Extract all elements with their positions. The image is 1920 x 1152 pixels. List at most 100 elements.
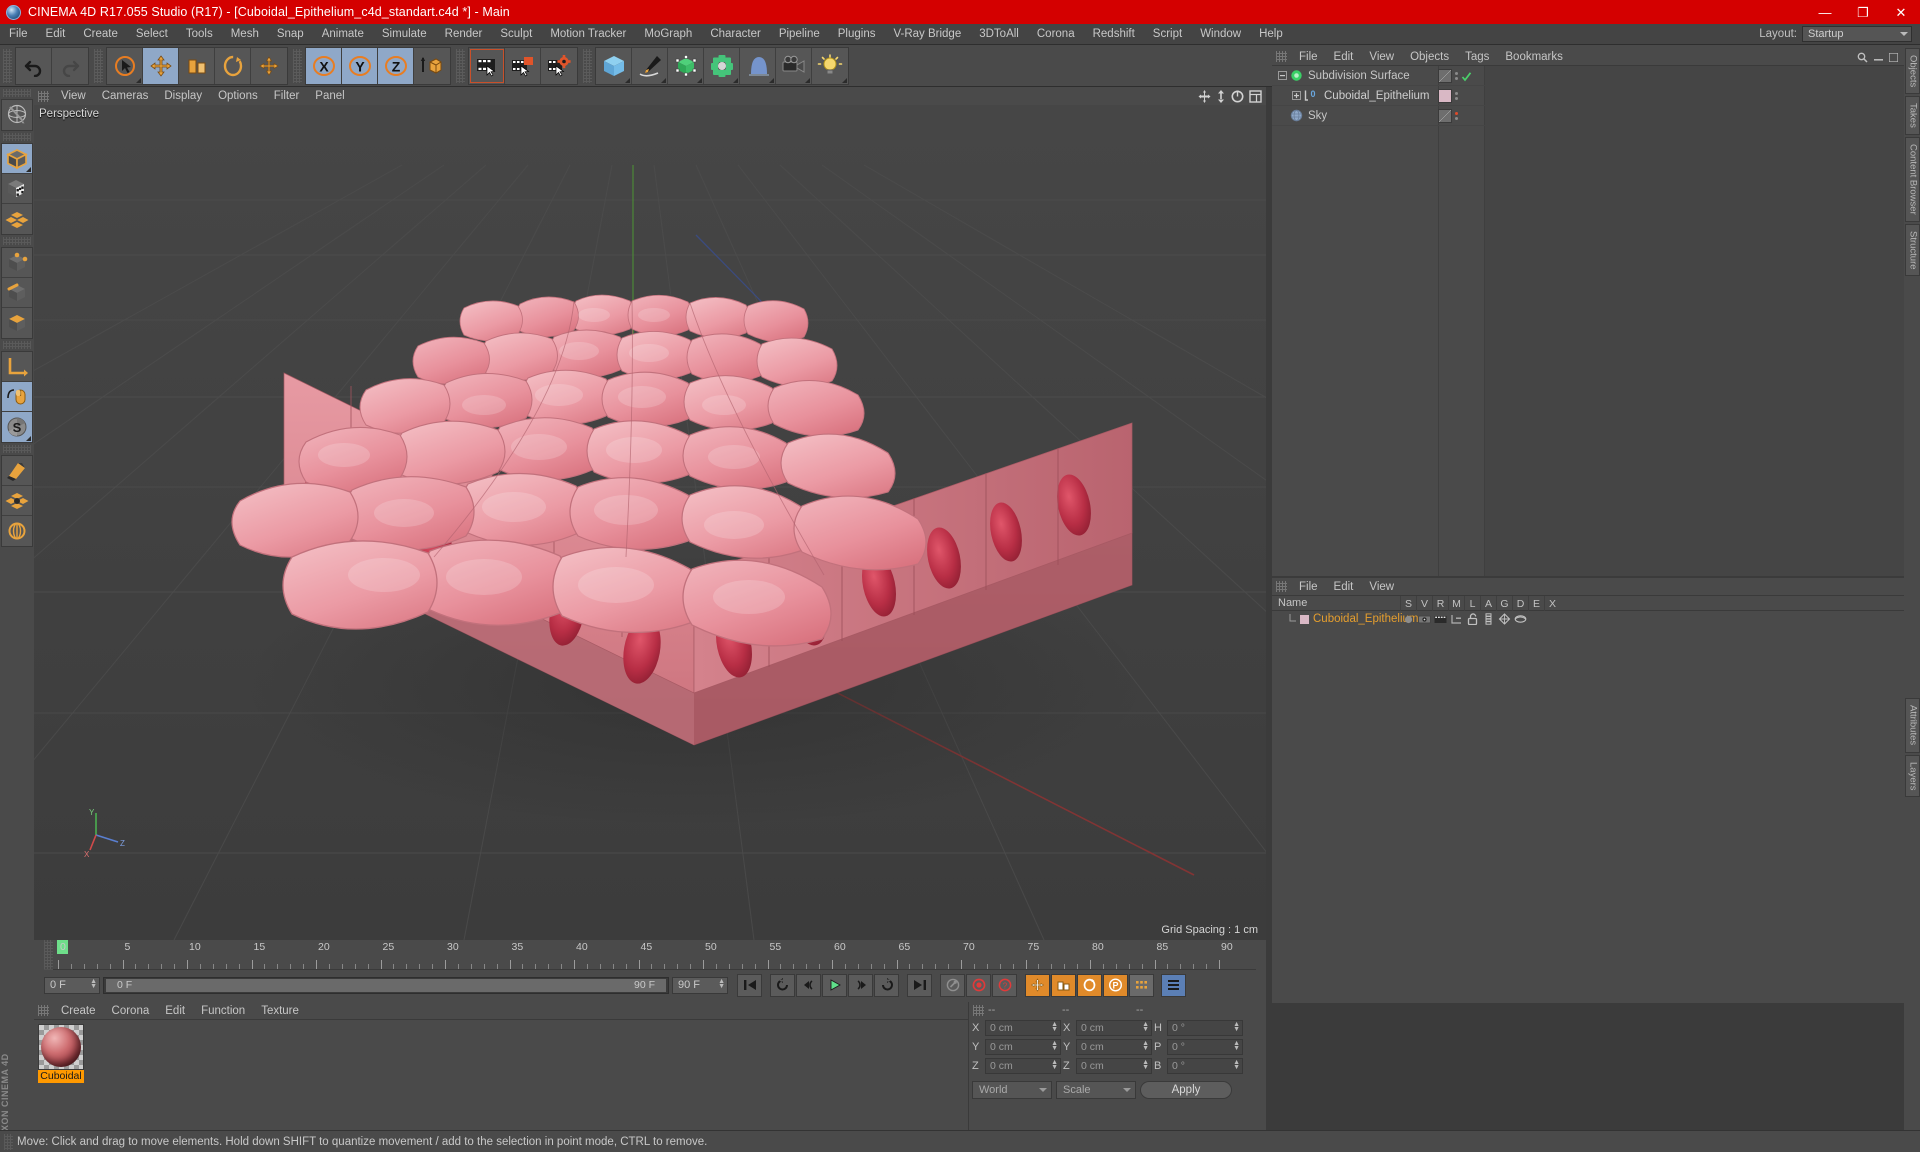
- column-s[interactable]: S: [1400, 596, 1416, 611]
- minimize-panel-icon[interactable]: [1874, 53, 1883, 62]
- record-active-objects-button[interactable]: [940, 973, 965, 997]
- coord-system-select[interactable]: World: [972, 1081, 1052, 1099]
- render-settings-button[interactable]: [541, 47, 577, 84]
- material-menu-edit[interactable]: Edit: [157, 1005, 193, 1017]
- attribute-menu-file[interactable]: File: [1291, 581, 1326, 593]
- menu-item-vray-bridge[interactable]: V-Ray Bridge: [884, 24, 970, 45]
- enable-snap-button[interactable]: [2, 382, 32, 412]
- lock-x-button[interactable]: X: [306, 47, 342, 84]
- viewport-menu-grip[interactable]: [38, 90, 49, 102]
- move-axis-button[interactable]: [251, 47, 287, 84]
- planar-workplane-button[interactable]: [2, 516, 32, 546]
- menu-item-corona[interactable]: Corona: [1028, 24, 1084, 45]
- play-button[interactable]: [822, 973, 847, 997]
- visibility-dots-3[interactable]: [1455, 112, 1458, 120]
- object-menu-view[interactable]: View: [1361, 51, 1402, 63]
- left-toolbar-grip-2[interactable]: [3, 133, 31, 141]
- lock-y-button[interactable]: Y: [342, 47, 378, 84]
- scale-tool-button[interactable]: [179, 47, 215, 84]
- viewport-menu-options[interactable]: Options: [210, 90, 266, 102]
- menu-item-edit[interactable]: Edit: [37, 24, 75, 45]
- menu-item-motion-tracker[interactable]: Motion Tracker: [541, 24, 635, 45]
- layout-select[interactable]: Startup: [1802, 26, 1912, 42]
- polygons-mode-button[interactable]: [2, 308, 32, 338]
- current-frame-field[interactable]: 0 F ▲ ▼: [44, 976, 100, 994]
- toolbar-grip[interactable]: [3, 48, 12, 83]
- rotate-tool-button[interactable]: [215, 47, 251, 84]
- spinner-icon[interactable]: ▲ ▼: [1051, 1021, 1058, 1033]
- apply-button[interactable]: Apply: [1140, 1081, 1232, 1099]
- render-view-button[interactable]: [469, 47, 505, 84]
- rotation-key-button[interactable]: [1077, 973, 1102, 997]
- attribute-rows[interactable]: Cuboidal_Epithelium: [1272, 611, 1904, 1003]
- attribute-manager-grip[interactable]: [1276, 581, 1287, 592]
- menu-item-tools[interactable]: Tools: [177, 24, 222, 45]
- undo-button[interactable]: [16, 47, 52, 84]
- status-bar-grip[interactable]: [4, 1133, 13, 1150]
- deformer-icon[interactable]: [1512, 611, 1528, 627]
- polygon-grid-button[interactable]: [2, 204, 32, 234]
- lock-z-button[interactable]: Z: [378, 47, 414, 84]
- dolly-view-icon[interactable]: [1216, 89, 1226, 103]
- material-menu-corona[interactable]: Corona: [104, 1005, 158, 1017]
- go-to-previous-frame-button[interactable]: [796, 973, 821, 997]
- spinner-icon[interactable]: ▲ ▼: [1051, 1040, 1058, 1052]
- menu-item-script[interactable]: Script: [1144, 24, 1191, 45]
- timeline-range-scrollbar[interactable]: 0 F 90 F: [103, 976, 669, 994]
- viewport-menu-display[interactable]: Display: [156, 90, 210, 102]
- rotation-h-field[interactable]: 0 ° ▲ ▼: [1167, 1020, 1243, 1036]
- object-row-sky[interactable]: Sky: [1272, 106, 1904, 126]
- make-editable-button[interactable]: [2, 100, 32, 130]
- spinner-icon[interactable]: ▲ ▼: [1051, 1059, 1058, 1071]
- render-clapper-icon[interactable]: [1432, 611, 1448, 627]
- render-to-picture-viewer-button[interactable]: [505, 47, 541, 84]
- world-object-coord-button[interactable]: [414, 47, 450, 84]
- spinner-icon[interactable]: ▲ ▼: [1233, 1059, 1240, 1071]
- left-toolbar-grip-5[interactable]: [3, 445, 31, 453]
- live-selection-button[interactable]: [107, 47, 143, 84]
- menu-item-snap[interactable]: Snap: [268, 24, 313, 45]
- animate-icon[interactable]: [1480, 611, 1496, 627]
- menu-item-render[interactable]: Render: [436, 24, 492, 45]
- parameter-key-button[interactable]: P: [1103, 973, 1128, 997]
- visible-eye-icon[interactable]: [1416, 611, 1432, 627]
- toolbar-grip-5[interactable]: [583, 48, 592, 83]
- position-y-field[interactable]: 0 cm ▲ ▼: [985, 1039, 1061, 1055]
- menu-item-create[interactable]: Create: [74, 24, 127, 45]
- menu-item-help[interactable]: Help: [1250, 24, 1292, 45]
- spinner-icon[interactable]: ▲ ▼: [1142, 1040, 1149, 1052]
- edges-mode-button[interactable]: [2, 278, 32, 308]
- generator-icon[interactable]: [1496, 611, 1512, 627]
- attribute-row-cuboidal-epithelium[interactable]: Cuboidal_Epithelium: [1272, 611, 1904, 627]
- position-z-field[interactable]: 0 cm ▲ ▼: [985, 1058, 1061, 1074]
- redo-button[interactable]: [52, 47, 88, 84]
- edge-tab-attributes[interactable]: Attributes: [1904, 698, 1920, 753]
- material-menu-create[interactable]: Create: [53, 1005, 104, 1017]
- material-menu-texture[interactable]: Texture: [253, 1005, 307, 1017]
- object-menu-bookmarks[interactable]: Bookmarks: [1497, 51, 1571, 63]
- maximize-panel-icon[interactable]: [1889, 52, 1898, 62]
- object-row-subdivision-surface[interactable]: Subdivision Surface: [1272, 66, 1904, 86]
- go-to-start-button[interactable]: [737, 973, 762, 997]
- column-m[interactable]: M: [1448, 596, 1464, 611]
- rotation-b-field[interactable]: 0 ° ▲ ▼: [1167, 1058, 1243, 1074]
- menu-item-mograph[interactable]: MoGraph: [635, 24, 701, 45]
- spinner-icon[interactable]: ▲ ▼: [1142, 1021, 1149, 1033]
- end-frame-field[interactable]: 90 F ▲ ▼: [672, 976, 728, 994]
- object-tree[interactable]: Subdivision Surface 0 Cuboidal_Epitheliu…: [1272, 66, 1904, 576]
- expand-collapse-icon[interactable]: [1278, 71, 1287, 80]
- menu-item-pipeline[interactable]: Pipeline: [770, 24, 829, 45]
- edge-tab-takes[interactable]: Takes: [1904, 96, 1920, 136]
- toolbar-grip-4[interactable]: [456, 48, 465, 83]
- column-r[interactable]: R: [1432, 596, 1448, 611]
- scrollbar-thumb[interactable]: [106, 978, 666, 992]
- go-to-next-frame-button[interactable]: [848, 973, 873, 997]
- size-x-field[interactable]: 0 cm ▲ ▼: [1076, 1020, 1152, 1036]
- display-tag-icon[interactable]: [1438, 69, 1452, 83]
- edge-tab-content-browser[interactable]: Content Browser: [1904, 137, 1920, 222]
- autokeying-button[interactable]: [966, 973, 991, 997]
- edge-tab-structure[interactable]: Structure: [1904, 223, 1920, 277]
- viewport-menu-cameras[interactable]: Cameras: [94, 90, 157, 102]
- maximize-view-icon[interactable]: [1249, 89, 1262, 103]
- column-l[interactable]: L: [1464, 596, 1480, 611]
